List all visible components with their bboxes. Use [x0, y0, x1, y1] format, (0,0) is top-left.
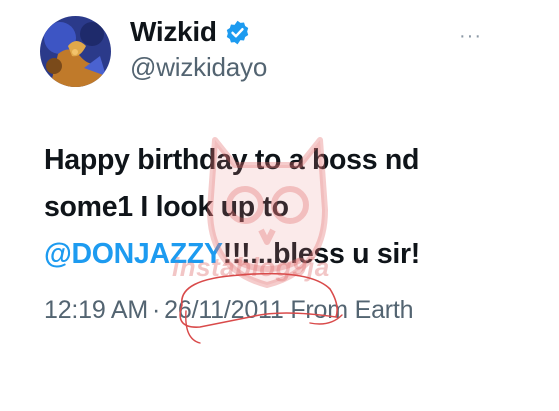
tweet-card: Wizkid @wizkidayo ··· Happy birthday to … [0, 0, 559, 411]
tweet-time[interactable]: 12:19 AM [44, 296, 148, 324]
more-options-icon[interactable]: ··· [459, 26, 482, 46]
meta-separator: · [152, 296, 161, 324]
tweet-date[interactable]: 26/11/2011 [164, 296, 284, 324]
watermark-text: instablog9ja [172, 252, 330, 282]
avatar-image [40, 16, 111, 87]
avatar[interactable] [40, 16, 111, 87]
author-name-row[interactable]: Wizkid [130, 12, 251, 52]
tweet-source: From Earth [290, 296, 414, 324]
tweet-line: some1 I look up to [44, 191, 289, 223]
tweet-line: Happy birthday to a boss nd [44, 144, 420, 176]
display-name[interactable]: Wizkid [130, 16, 217, 48]
user-handle[interactable]: @wizkidayo [130, 52, 267, 83]
tweet-metadata: 12:19 AM · 26/11/2011 From Earth [44, 296, 414, 325]
verified-badge-icon [224, 19, 251, 46]
